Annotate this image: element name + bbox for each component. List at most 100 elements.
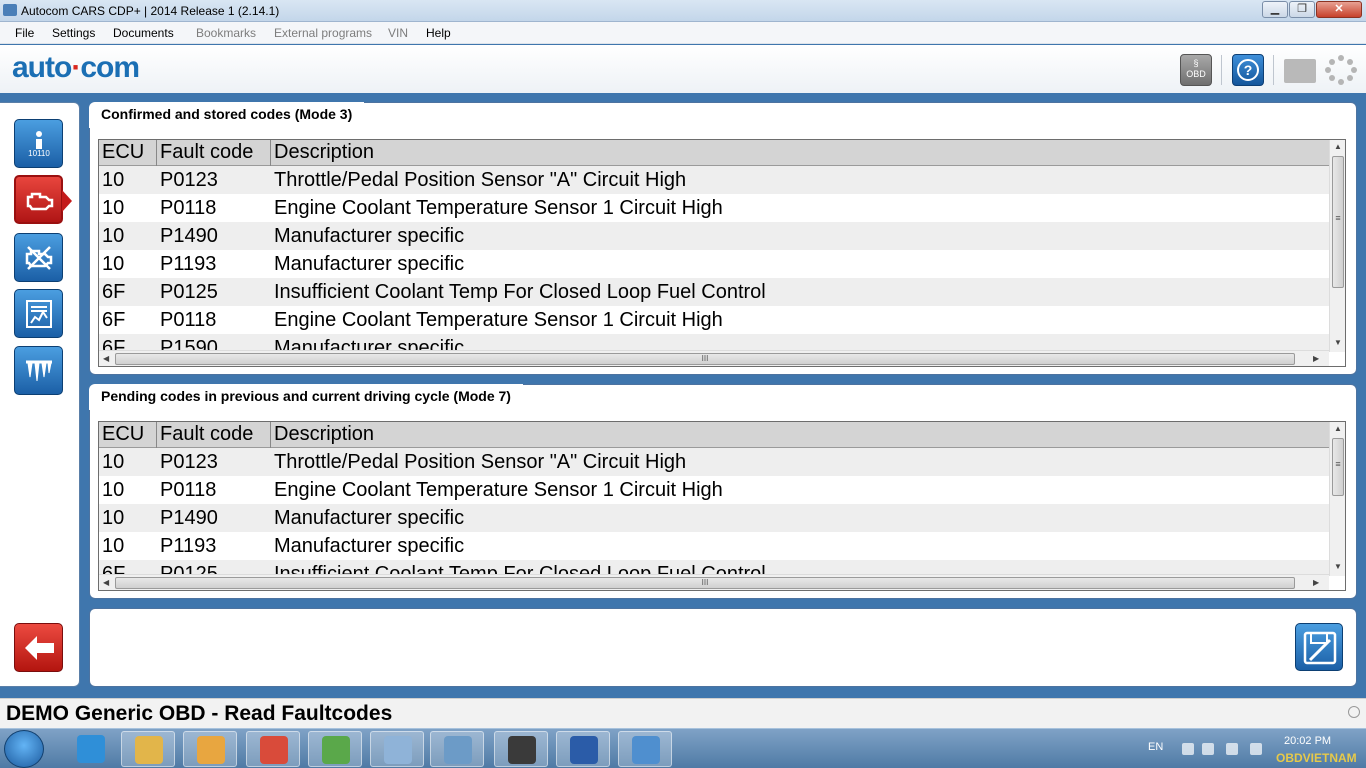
description-cell: Engine Coolant Temperature Sensor 1 Circ… bbox=[274, 479, 723, 501]
fault-code-cell: P1490 bbox=[160, 507, 218, 529]
description-cell: Manufacturer specific bbox=[274, 507, 465, 529]
menu-file[interactable]: File bbox=[15, 26, 34, 40]
fault-code-cell: P1193 bbox=[160, 253, 217, 275]
panel-title: Confirmed and stored codes (Mode 3) bbox=[89, 102, 365, 128]
description-cell: Manufacturer specific bbox=[274, 535, 465, 557]
confirmed-codes-table: ECU Fault code Description 10 P0123 Thrott… bbox=[98, 139, 1346, 367]
menu-bar: File Settings Documents Bookmarks Extern… bbox=[0, 22, 1366, 44]
taskbar-app-chrome[interactable] bbox=[246, 731, 300, 767]
taskbar-app-internet-explorer[interactable] bbox=[64, 731, 118, 767]
column-header-fault-code[interactable]: Fault code bbox=[157, 140, 271, 166]
fault-code-cell: P0123 bbox=[160, 169, 218, 191]
sidebar-item-freeze-frame[interactable] bbox=[14, 346, 63, 395]
table-header: ECU Fault code Description bbox=[99, 140, 1329, 166]
notepad-icon bbox=[384, 736, 412, 764]
fault-code-cell: P0118 bbox=[160, 197, 217, 219]
close-button[interactable]: ✕ bbox=[1316, 1, 1362, 18]
media-player-icon bbox=[197, 736, 225, 764]
horizontal-scrollbar[interactable]: ◀ III ▶ bbox=[99, 574, 1329, 590]
fault-code-cell: P0118 bbox=[160, 479, 217, 501]
column-header-description[interactable]: Description bbox=[271, 422, 1329, 448]
scrollbar-thumb[interactable]: ≡ bbox=[1332, 156, 1344, 288]
table-row[interactable]: 10 P0123 Throttle/Pedal Position Sensor "A… bbox=[99, 166, 1329, 194]
sidebar-item-read-faultcodes[interactable] bbox=[14, 175, 72, 224]
start-button[interactable] bbox=[4, 730, 44, 768]
save-report-button[interactable] bbox=[1295, 623, 1343, 671]
menu-vin[interactable]: VIN bbox=[388, 26, 408, 40]
sidebar-item-clear-faultcodes[interactable] bbox=[14, 233, 63, 282]
watermark: OBDVIETNAM bbox=[1276, 751, 1357, 765]
sidebar-item-live-data[interactable] bbox=[14, 289, 63, 338]
save-report-icon bbox=[1303, 631, 1337, 665]
sidebar-item-info[interactable]: 10110 bbox=[14, 119, 63, 168]
maximize-button[interactable]: ❐ bbox=[1289, 1, 1315, 18]
description-cell: Engine Coolant Temperature Sensor 1 Circ… bbox=[274, 197, 723, 219]
table-row[interactable]: 6F P0125 Insufficient Coolant Temp For Clo… bbox=[99, 278, 1329, 306]
fault-code-cell: P1490 bbox=[160, 225, 218, 247]
ecu-cell: 10 bbox=[102, 225, 125, 247]
obd-icon[interactable]: § OBD bbox=[1180, 54, 1212, 86]
header-divider bbox=[1273, 55, 1274, 85]
fault-code-cell: P0118 bbox=[160, 309, 217, 331]
scrollbar-thumb[interactable]: III bbox=[115, 353, 1295, 365]
menu-settings[interactable]: Settings bbox=[52, 26, 95, 40]
taskbar-app-app-camera[interactable] bbox=[494, 731, 548, 767]
menu-help[interactable]: Help bbox=[426, 26, 451, 40]
engine-crossed-icon bbox=[25, 246, 53, 270]
ecu-cell: 6F bbox=[102, 281, 126, 303]
table-row[interactable]: 10 P1490 Manufacturer specific bbox=[99, 222, 1329, 250]
help-icon[interactable]: ? bbox=[1232, 54, 1264, 86]
leaf-icon bbox=[322, 736, 350, 764]
taskbar-app-app-green[interactable] bbox=[308, 731, 362, 767]
tray-network-icon[interactable] bbox=[1202, 743, 1214, 755]
table-row[interactable]: 10 P0118 Engine Coolant Temperature Sensor… bbox=[99, 476, 1329, 504]
table-row[interactable]: 6F P0118 Engine Coolant Temperature Sensor… bbox=[99, 306, 1329, 334]
control-panel-icon bbox=[444, 736, 472, 764]
table-row[interactable]: 10 P0123 Throttle/Pedal Position Sensor "A… bbox=[99, 448, 1329, 476]
tray-volume-icon[interactable] bbox=[1250, 743, 1262, 755]
taskbar-app-media-player[interactable] bbox=[183, 731, 237, 767]
horizontal-scrollbar[interactable]: ◀ III ▶ bbox=[99, 350, 1329, 366]
column-header-ecu[interactable]: ECU bbox=[99, 140, 157, 166]
tray-arrow-icon[interactable] bbox=[1182, 743, 1194, 755]
language-indicator[interactable]: EN bbox=[1148, 741, 1163, 753]
autocom-logo: auto·com bbox=[12, 51, 140, 84]
minimize-button[interactable]: ▁ bbox=[1262, 1, 1288, 18]
clock[interactable]: 20:02 PM bbox=[1284, 735, 1331, 747]
fault-code-cell: P0123 bbox=[160, 451, 218, 473]
table-row[interactable]: 10 P0118 Engine Coolant Temperature Sensor… bbox=[99, 194, 1329, 222]
loading-spinner-icon bbox=[1325, 54, 1357, 86]
camera-icon bbox=[508, 736, 536, 764]
menu-documents[interactable]: Documents bbox=[113, 26, 174, 40]
ecu-cell: 6F bbox=[102, 309, 126, 331]
confirmed-codes-panel: Confirmed and stored codes (Mode 3) ECU … bbox=[89, 102, 1357, 375]
scrollbar-thumb[interactable]: ≡ bbox=[1332, 438, 1344, 496]
description-cell: Engine Coolant Temperature Sensor 1 Circ… bbox=[274, 309, 723, 331]
back-button[interactable] bbox=[14, 623, 63, 672]
table-row[interactable]: 10 P1193 Manufacturer specific bbox=[99, 250, 1329, 278]
info-panel bbox=[89, 608, 1357, 687]
taskbar-app-app-control[interactable] bbox=[430, 731, 484, 767]
menu-bookmarks[interactable]: Bookmarks bbox=[196, 26, 256, 40]
header-divider bbox=[1221, 55, 1222, 85]
vertical-scrollbar[interactable]: ▲ ≡ ▼ bbox=[1329, 422, 1345, 576]
tray-signal-icon[interactable] bbox=[1226, 743, 1238, 755]
menu-external-programs[interactable]: External programs bbox=[274, 26, 372, 40]
taskbar-app-word[interactable] bbox=[556, 731, 610, 767]
column-header-ecu[interactable]: ECU bbox=[99, 422, 157, 448]
pending-codes-table: ECU Fault code Description 10 P0123 Thrott… bbox=[98, 421, 1346, 591]
table-header: ECU Fault code Description bbox=[99, 422, 1329, 448]
taskbar-app-app-notes[interactable] bbox=[370, 731, 424, 767]
table-row[interactable]: 10 P1193 Manufacturer specific bbox=[99, 532, 1329, 560]
ecu-cell: 10 bbox=[102, 253, 125, 275]
ecu-cell: 10 bbox=[102, 451, 125, 473]
column-header-fault-code[interactable]: Fault code bbox=[157, 422, 271, 448]
vertical-scrollbar[interactable]: ▲ ≡ ▼ bbox=[1329, 140, 1345, 352]
column-header-description[interactable]: Description bbox=[271, 140, 1329, 166]
taskbar-app-autocom[interactable] bbox=[618, 731, 672, 767]
sidebar: 10110 bbox=[0, 102, 80, 687]
taskbar-app-file-explorer[interactable] bbox=[121, 731, 175, 767]
info-binary-icon: 10110 bbox=[28, 131, 50, 158]
table-row[interactable]: 10 P1490 Manufacturer specific bbox=[99, 504, 1329, 532]
scrollbar-thumb[interactable]: III bbox=[115, 577, 1295, 589]
